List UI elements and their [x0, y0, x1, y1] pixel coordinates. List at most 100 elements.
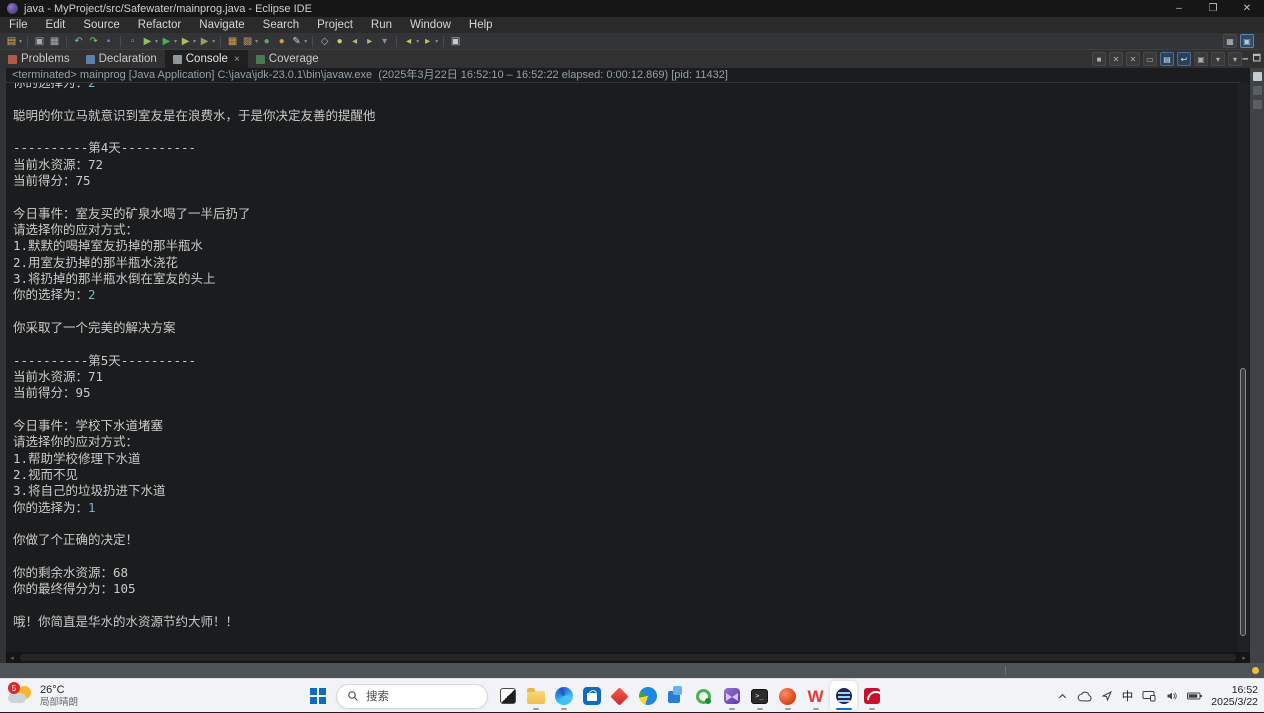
debug-dropdown-icon[interactable]: ▾	[155, 38, 158, 45]
remove-launch-icon[interactable]: ✕	[1109, 52, 1123, 66]
open-perspective-icon[interactable]: ▦	[1223, 34, 1237, 48]
new-annotation-icon[interactable]: ✎	[290, 35, 303, 48]
console-output[interactable]: 你的选择为：2 聪明的你立马就意识到室友是在浪费水，于是你决定友善的提醒他 --…	[6, 83, 1238, 652]
run-dropdown-icon[interactable]: ▾	[174, 38, 177, 45]
search-input[interactable]: 搜索	[336, 684, 488, 709]
new-interface-icon[interactable]: ●	[275, 35, 288, 48]
vertical-scrollbar[interactable]	[1238, 83, 1249, 652]
new-package-dropdown-icon[interactable]: ▾	[255, 38, 258, 45]
clear-console-icon[interactable]: ▭	[1143, 52, 1157, 66]
menu-navigate[interactable]: Navigate	[190, 17, 253, 33]
taskbar-app-task-view[interactable]	[494, 681, 521, 711]
pin-console-icon[interactable]: ▣	[1194, 52, 1208, 66]
undo-icon[interactable]: ↶	[72, 35, 85, 48]
restore-button[interactable]: ❐	[1196, 0, 1230, 17]
forward-icon[interactable]: ▸	[421, 35, 434, 48]
forward-dropdown-icon[interactable]: ▾	[435, 38, 438, 45]
new-java-project-icon[interactable]: ▦	[226, 35, 239, 48]
profile-icon[interactable]: ▶	[179, 35, 192, 48]
tab-console[interactable]: Console×	[165, 50, 248, 68]
location-arrow-icon[interactable]	[1101, 690, 1113, 702]
taskbar-app-terminal[interactable]: >_	[746, 681, 773, 711]
coverage-icon[interactable]: ▶	[198, 35, 211, 48]
trim-icon[interactable]	[1253, 86, 1262, 95]
horizontal-scrollbar[interactable]: ◂ ▸	[6, 652, 1250, 663]
open-task-icon[interactable]: ▪	[102, 35, 115, 48]
previous-annotation-icon[interactable]: ▾	[378, 35, 391, 48]
minimize-button[interactable]: –	[1162, 0, 1196, 17]
new-class-icon[interactable]: ●	[260, 35, 273, 48]
taskbar-app-eclipse[interactable]	[830, 681, 857, 711]
profile-dropdown-icon[interactable]: ▾	[193, 38, 196, 45]
run-icon[interactable]: ▶	[160, 35, 173, 48]
tab-problems[interactable]: Problems	[0, 50, 78, 68]
menu-edit[interactable]: Edit	[37, 17, 75, 33]
taskbar-app-file-explorer[interactable]	[522, 681, 549, 711]
menu-window[interactable]: Window	[401, 17, 460, 33]
ime-indicator[interactable]: 中	[1122, 688, 1134, 704]
menu-refactor[interactable]: Refactor	[129, 17, 190, 33]
taskbar-app-store[interactable]	[578, 681, 605, 711]
new-annotation-dropdown-icon[interactable]: ▾	[304, 38, 307, 45]
menu-file[interactable]: File	[0, 17, 37, 33]
taskbar-app-blue-squares-app[interactable]	[662, 681, 689, 711]
menu-help[interactable]: Help	[460, 17, 502, 33]
scroll-lock-icon[interactable]: ▤	[1160, 52, 1174, 66]
save-all-icon[interactable]: ▦	[48, 35, 61, 48]
battery-icon[interactable]	[1187, 691, 1202, 701]
save-icon[interactable]: ▣	[33, 35, 46, 48]
display-selected-console-icon[interactable]: ▾	[1211, 52, 1225, 66]
redo-icon[interactable]: ↷	[87, 35, 100, 48]
taskbar-app-wps[interactable]: W	[802, 681, 829, 711]
menu-run[interactable]: Run	[362, 17, 401, 33]
open-console-icon[interactable]: ▾	[1228, 52, 1242, 66]
clock[interactable]: 16:52 2025/3/22	[1211, 684, 1258, 708]
search-icon[interactable]: ●	[333, 35, 346, 48]
menu-search[interactable]: Search	[254, 17, 308, 33]
taskbar-app-red-wave-app[interactable]	[858, 681, 885, 711]
open-type-icon[interactable]: ◇	[318, 35, 331, 48]
cast-screen-icon[interactable]	[1142, 690, 1156, 702]
tab-declaration[interactable]: Declaration	[78, 50, 165, 68]
taskbar-app-purple-app[interactable]	[718, 681, 745, 711]
back-dropdown-icon[interactable]: ▾	[416, 38, 419, 45]
notification-bulb-icon[interactable]	[1252, 667, 1259, 674]
horizontal-scrollbar-thumb[interactable]	[20, 654, 1236, 661]
link-with-editor-icon[interactable]: ▣	[449, 35, 462, 48]
restore-view-icon[interactable]	[1253, 72, 1262, 81]
java-perspective-icon[interactable]: ▣	[1240, 34, 1254, 48]
trim-icon[interactable]	[1253, 100, 1262, 109]
skip-breakpoints-icon[interactable]: ▫	[126, 35, 139, 48]
remove-all-launches-icon[interactable]: ✕	[1126, 52, 1140, 66]
new-package-icon[interactable]: ▩	[241, 35, 254, 48]
speaker-icon[interactable]	[1165, 690, 1178, 702]
menu-source[interactable]: Source	[74, 17, 128, 33]
tab-coverage[interactable]: Coverage	[248, 50, 327, 68]
new-wizard-dropdown-icon[interactable]: ▾	[19, 38, 22, 45]
taskbar-app-red-diamond-app[interactable]	[606, 681, 633, 711]
vertical-scrollbar-thumb[interactable]	[1240, 368, 1246, 636]
taskbar-app-globe-browser[interactable]	[634, 681, 661, 711]
next-annotation-icon[interactable]: ▸	[363, 35, 376, 48]
scroll-right-arrow[interactable]: ▸	[1238, 654, 1250, 662]
scroll-left-arrow[interactable]: ◂	[6, 654, 18, 662]
new-wizard-icon[interactable]: ▤	[5, 35, 18, 48]
taskbar-app-green-circle-app[interactable]	[690, 681, 717, 711]
close-button[interactable]: ✕	[1230, 0, 1264, 17]
maximize-view-button[interactable]: 🗖	[1252, 51, 1261, 67]
debug-icon[interactable]: ▶	[141, 35, 154, 48]
menu-project[interactable]: Project	[308, 17, 362, 33]
weather-widget[interactable]: 5 26°C 局部晴朗	[8, 681, 78, 711]
terminate-icon[interactable]: ■	[1092, 52, 1106, 66]
onedrive-cloud-icon[interactable]	[1077, 691, 1092, 702]
coverage-dropdown-icon[interactable]: ▾	[212, 38, 215, 45]
hidden-icons-chevron[interactable]	[1057, 691, 1068, 702]
word-wrap-icon[interactable]: ↩	[1177, 52, 1191, 66]
taskbar-app-orange-circle-app[interactable]	[774, 681, 801, 711]
last-edit-location-icon[interactable]: ◂	[348, 35, 361, 48]
taskbar-app-edge[interactable]	[550, 681, 577, 711]
minimize-view-button[interactable]: 🗕	[1242, 51, 1248, 67]
tab-close-icon[interactable]: ×	[234, 54, 240, 65]
back-icon[interactable]: ◂	[402, 35, 415, 48]
start-button[interactable]	[306, 684, 330, 708]
